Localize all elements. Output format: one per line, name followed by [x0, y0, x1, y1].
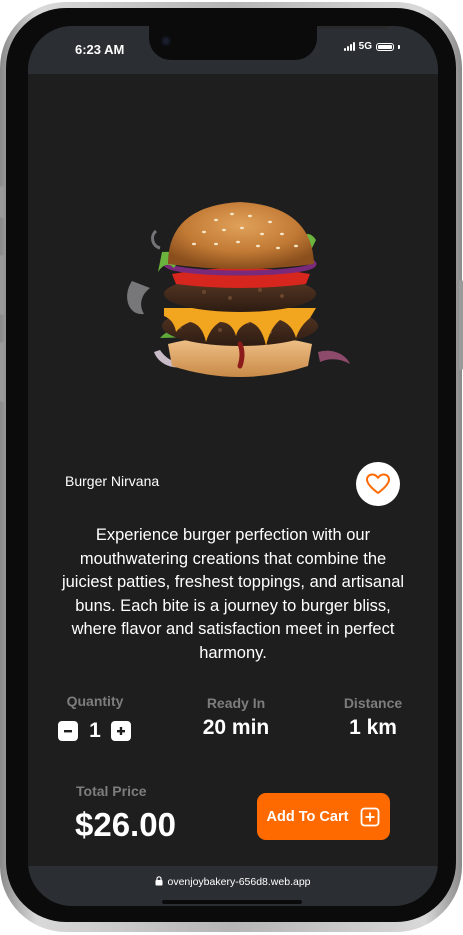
quantity-value: 1	[89, 719, 101, 742]
heart-outline-icon	[366, 473, 390, 494]
url-text: ovenjoybakery-656d8.web.app	[167, 876, 311, 888]
favorite-button[interactable]	[356, 462, 400, 506]
status-time: 6:23 AM	[75, 42, 125, 57]
total-price-label: Total Price	[76, 783, 147, 799]
volume-up-button	[0, 255, 4, 315]
add-to-cart-button[interactable]: Add To Cart	[257, 793, 390, 840]
add-to-cart-label: Add To Cart	[266, 808, 349, 825]
quantity-label: Quantity	[66, 693, 124, 709]
silent-switch	[0, 186, 4, 218]
product-description: Experience burger perfection with our mo…	[61, 526, 405, 662]
distance-label: Distance	[343, 695, 403, 711]
ready-in-label: Ready In	[206, 695, 266, 711]
burger-illustration	[127, 202, 350, 377]
ready-in-value: 20 min	[202, 716, 270, 739]
distance-value: 1 km	[349, 716, 397, 739]
status-indicators: 5G	[343, 41, 400, 52]
notch	[149, 26, 389, 60]
signal-icon	[343, 42, 355, 51]
lock-icon	[155, 876, 163, 886]
product-title: Burger Nirvana	[65, 473, 160, 489]
app-screen: 6:23 AM 5G Burger Nirvana Experience bur…	[28, 26, 438, 906]
url-display[interactable]: ovenjoybakery-656d8.web.app	[28, 876, 438, 888]
plus-square-icon	[361, 807, 380, 826]
power-button	[459, 280, 463, 370]
volume-down-button	[0, 342, 4, 402]
home-indicator[interactable]	[162, 900, 302, 904]
browser-url-bar[interactable]: ovenjoybakery-656d8.web.app	[28, 866, 438, 906]
battery-icon	[376, 42, 394, 51]
battery-tip	[398, 44, 400, 49]
increase-quantity-button[interactable]	[111, 721, 131, 741]
decrease-quantity-button[interactable]	[58, 721, 78, 741]
total-price-value: $26.00	[75, 806, 176, 843]
burger-image	[120, 176, 360, 391]
plus-icon	[117, 727, 125, 735]
minus-icon	[64, 730, 72, 733]
speaker-grille	[317, 26, 389, 29]
front-camera	[161, 36, 171, 46]
network-label: 5G	[358, 41, 372, 52]
